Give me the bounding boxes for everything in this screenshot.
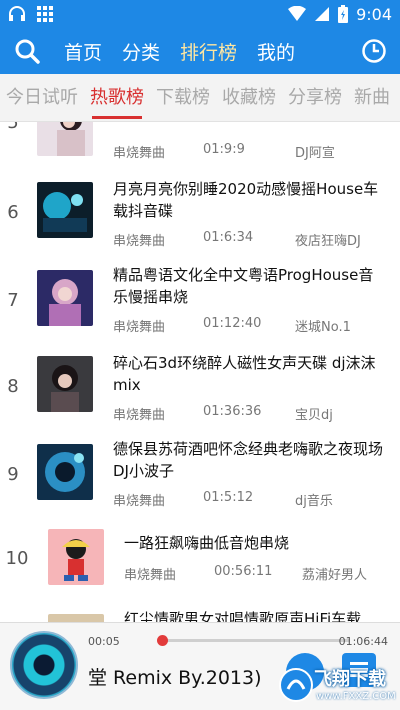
nav-mine[interactable]: 我的 — [247, 38, 305, 65]
rank-number: 7 — [7, 290, 19, 311]
tab-new-songs[interactable]: 新曲 — [348, 74, 396, 121]
mini-player[interactable]: 00:05 01:06:44 堂 Remix By.2013) 飞翔下载 www… — [0, 622, 400, 710]
song-title: 德保县苏荷酒吧怀念经典老嗨歌之夜现场DJ小波子 — [113, 440, 384, 480]
rank-number: 8 — [7, 376, 19, 397]
song-author: 宝贝dj — [295, 408, 333, 423]
song-title: 红尘情歌男女对唱情歌原声HiFi车载 — [124, 610, 362, 622]
list-item[interactable]: 5 mix 串烧舞曲 01:9:9 DJ阿宣 — [0, 122, 400, 172]
battery-icon — [338, 5, 349, 23]
list-item[interactable]: 7 精品粤语文化全中文粤语ProgHouse音乐慢摇串烧 串烧舞曲 01:12:… — [0, 260, 400, 346]
tab-hot-songs[interactable]: 热歌榜 — [84, 74, 150, 121]
song-genre: 串烧舞曲 — [113, 146, 166, 161]
list-item[interactable]: 6 月亮月亮你别睡2020动感慢摇House车载抖音碟 串烧舞曲 01:6:34… — [0, 174, 400, 260]
song-thumbnail — [37, 270, 93, 326]
rank-number: 10 — [5, 548, 29, 569]
song-meta: 串烧舞曲 01:6:34 夜店狂嗨DJ — [113, 230, 383, 249]
song-author: 迷城No.1 — [295, 320, 351, 335]
song-meta: 串烧舞曲 01:5:12 dj音乐 — [113, 490, 383, 509]
song-genre: 串烧舞曲 — [113, 408, 166, 423]
search-icon — [15, 39, 40, 64]
song-thumbnail — [37, 182, 93, 238]
list-item[interactable]: 10 一路狂飙嗨曲低音炮串烧 串烧舞曲 00:56:11 荔浦好男人 — [0, 520, 400, 606]
signal-icon — [315, 7, 330, 21]
rank-number: 5 — [7, 122, 19, 133]
elapsed-time: 00:05 — [88, 635, 120, 648]
song-genre: 串烧舞曲 — [113, 320, 166, 335]
song-thumbnail — [37, 122, 93, 156]
song-meta: 串烧舞曲 01:9:9 DJ阿宣 — [113, 142, 383, 161]
song-genre: 串烧舞曲 — [113, 234, 166, 249]
clock-icon — [362, 39, 386, 63]
song-author: 荔浦好男人 — [302, 568, 368, 583]
wifi-icon — [288, 6, 307, 21]
song-thumbnail — [37, 356, 93, 412]
song-author: DJ阿宣 — [295, 146, 335, 161]
song-thumbnail — [48, 529, 104, 585]
tab-shares[interactable]: 分享榜 — [282, 74, 348, 121]
song-meta: 串烧舞曲 00:56:11 荔浦好男人 — [124, 564, 394, 583]
song-duration: 01:5:12 — [203, 490, 254, 505]
song-genre: 串烧舞曲 — [124, 568, 177, 583]
list-item[interactable]: 8 碎心石3d环绕醉人磁性女声天碟 dj沫沫mix 串烧舞曲 01:36:36 … — [0, 348, 400, 434]
watermark-url: www.FXXZ.COM — [316, 691, 396, 702]
song-duration: 00:56:11 — [214, 564, 273, 579]
song-thumbnail — [48, 614, 104, 622]
now-playing-title: 堂 Remix By.2013) — [88, 667, 262, 689]
progress-knob[interactable] — [156, 635, 168, 646]
nav-category[interactable]: 分类 — [112, 38, 170, 65]
tab-favorites[interactable]: 收藏榜 — [216, 74, 282, 121]
song-title: 一路狂飙嗨曲低音炮串烧 — [124, 534, 290, 552]
song-duration: 01:36:36 — [203, 404, 262, 419]
watermark-text: 飞翔下载 — [314, 669, 386, 690]
status-bar: 9:04 — [0, 0, 400, 28]
song-genre: 串烧舞曲 — [113, 494, 166, 509]
list-item[interactable]: 红尘情歌男女对唱情歌原声HiFi车载 — [0, 606, 400, 622]
song-author: 夜店狂嗨DJ — [295, 234, 361, 249]
song-title: 月亮月亮你别睡2020动感慢摇House车载抖音碟 — [113, 180, 379, 220]
song-meta: 串烧舞曲 01:12:40 迷城No.1 — [113, 316, 383, 335]
song-meta: 串烧舞曲 01:36:36 宝贝dj — [113, 404, 383, 423]
history-button[interactable] — [348, 28, 400, 74]
search-button[interactable] — [0, 28, 54, 74]
song-thumbnail — [37, 444, 93, 500]
nav-ranking[interactable]: 排行榜 — [170, 38, 247, 65]
song-list: 5 mix 串烧舞曲 01:9:9 DJ阿宣 6 月亮月亮你别睡2020动感慢摇… — [0, 122, 400, 622]
chart-tabs: 今日试听 热歌榜 下载榜 收藏榜 分享榜 新曲 — [0, 74, 400, 122]
total-time: 01:06:44 — [338, 635, 388, 648]
song-title: 碎心石3d环绕醉人磁性女声天碟 dj沫沫mix — [113, 354, 376, 394]
top-nav-bar: 首页 分类 排行榜 我的 — [0, 28, 400, 74]
nav-home[interactable]: 首页 — [54, 38, 112, 65]
tab-downloads[interactable]: 下载榜 — [150, 74, 216, 121]
song-author: dj音乐 — [295, 494, 333, 509]
song-title: 精品粤语文化全中文粤语ProgHouse音乐慢摇串烧 — [113, 266, 374, 306]
song-duration: 01:6:34 — [203, 230, 254, 245]
album-disc-icon[interactable] — [10, 631, 78, 699]
song-duration: 01:9:9 — [203, 142, 245, 157]
rank-number: 6 — [7, 202, 19, 223]
song-duration: 01:12:40 — [203, 316, 262, 331]
rank-number: 9 — [7, 464, 19, 485]
watermark-logo-icon — [279, 668, 313, 702]
headphones-icon — [9, 6, 25, 21]
progress-slider[interactable] — [156, 635, 350, 646]
apps-grid-icon — [37, 6, 53, 22]
status-time: 9:04 — [356, 4, 392, 24]
tab-today-trial[interactable]: 今日试听 — [0, 74, 84, 121]
watermark: 飞翔下载 www.FXXZ.COM — [278, 663, 400, 710]
list-item[interactable]: 9 德保县苏荷酒吧怀念经典老嗨歌之夜现场DJ小波子 串烧舞曲 01:5:12 d… — [0, 434, 400, 520]
